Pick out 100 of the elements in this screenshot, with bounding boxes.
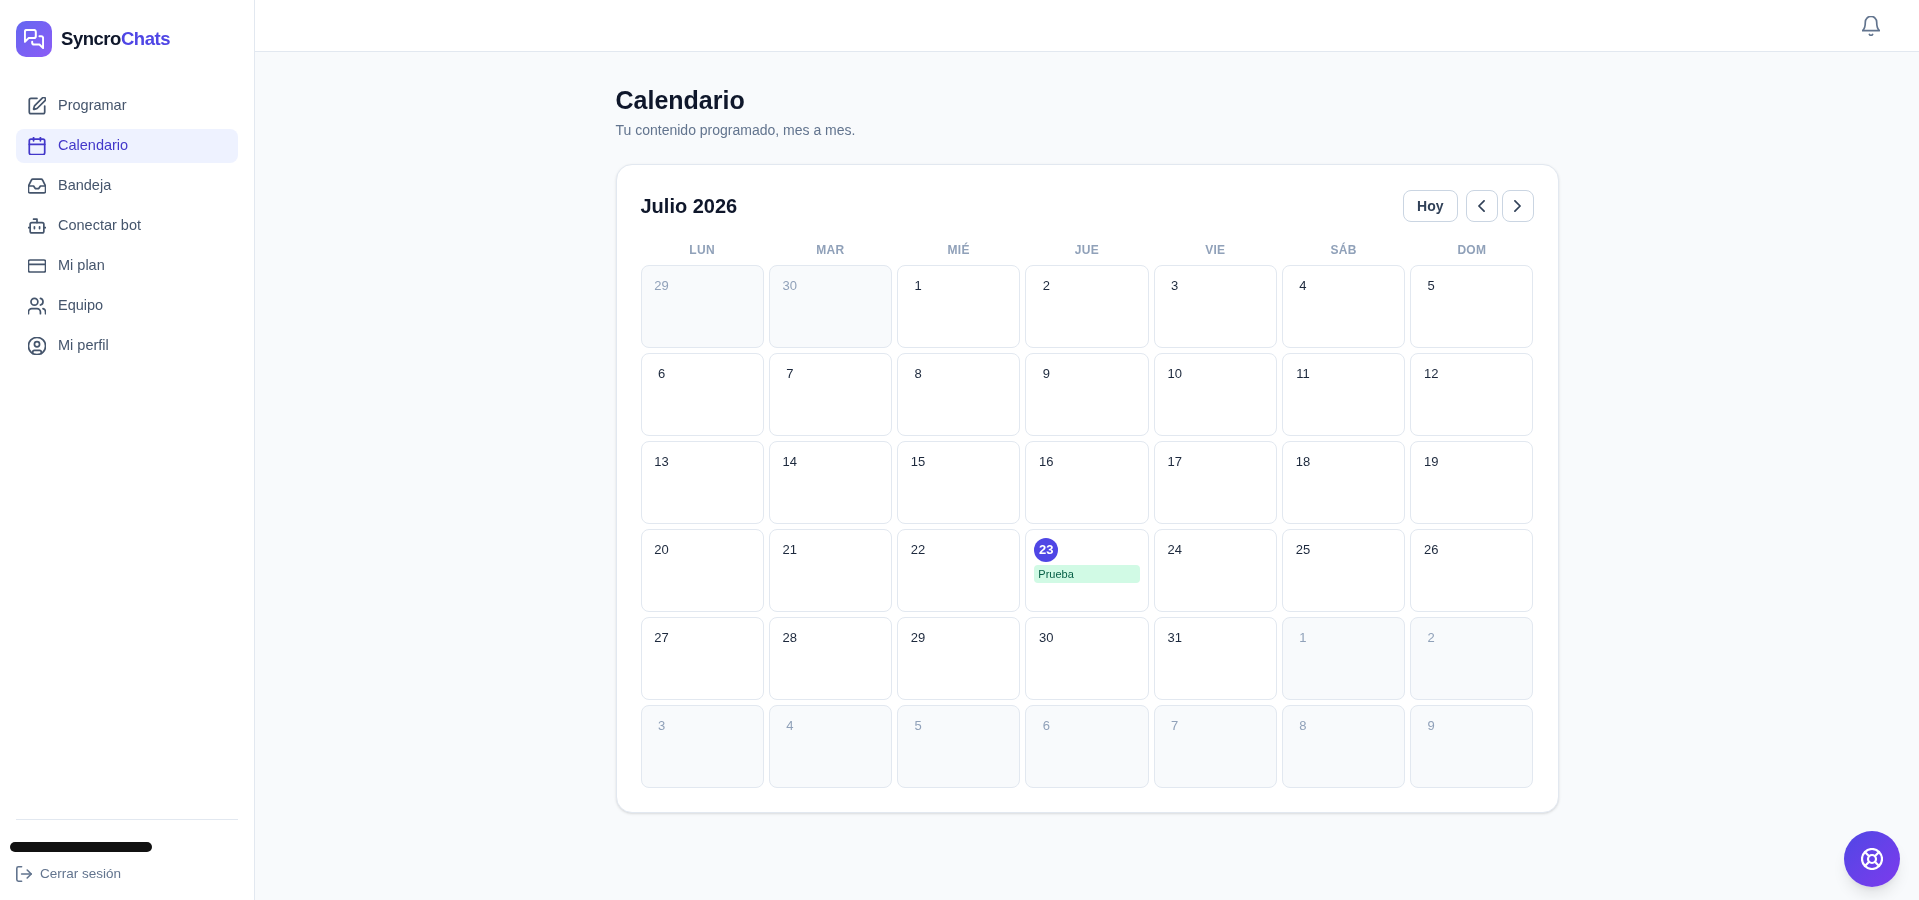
day-number: 3 <box>656 717 667 736</box>
lifebuoy-icon <box>1861 848 1883 870</box>
day-cell[interactable]: 18 <box>1281 441 1406 524</box>
credit-card-icon <box>28 257 46 275</box>
day-cell[interactable]: 8 <box>897 353 1021 436</box>
sidebar-nav-item[interactable]: Calendario <box>16 129 238 163</box>
sidebar-nav-item[interactable]: Programar <box>16 89 238 123</box>
day-number: 28 <box>781 629 798 648</box>
day-cell[interactable]: 22 <box>897 529 1021 612</box>
day-cell[interactable]: 15 <box>897 441 1021 524</box>
sidebar-nav-item[interactable]: Equipo <box>16 289 238 323</box>
day-cell[interactable]: 9 <box>1025 353 1149 436</box>
weekday-label: MIÉ <box>947 241 970 259</box>
weekday-label: VIE <box>1205 242 1226 259</box>
sidebar-nav-item[interactable]: Conectar bot <box>16 209 238 243</box>
day-number: 27 <box>653 629 670 648</box>
day-number: 12 <box>1422 365 1440 384</box>
day-number: 6 <box>1041 717 1051 736</box>
day-cell[interactable]: 31 <box>1153 617 1277 700</box>
sidebar-nav-item[interactable]: Mi plan <box>16 249 238 283</box>
weekday-label: MAR <box>816 242 845 259</box>
day-cell[interactable]: 3 <box>1153 265 1277 348</box>
day-number: 1 <box>913 277 923 296</box>
month-title: Julio 2026 <box>640 194 738 219</box>
calendar-icon <box>28 137 46 155</box>
day-cell[interactable]: 1 <box>897 265 1021 348</box>
day-number: 24 <box>1166 541 1183 560</box>
day-number: 17 <box>1166 453 1183 472</box>
robot-icon <box>28 217 46 235</box>
page-title: Calendario <box>615 85 746 116</box>
day-number: 9 <box>1041 365 1051 384</box>
day-number: 16 <box>1038 453 1055 472</box>
day-cell[interactable]: 28 <box>768 617 893 700</box>
sidebar-nav-item[interactable]: Bandeja <box>16 169 238 203</box>
day-number: 2 <box>1041 277 1051 296</box>
day-number: 3 <box>1170 277 1180 296</box>
day-number: 21 <box>781 541 798 560</box>
day-cell[interactable]: 11 <box>1281 353 1406 436</box>
day-cell[interactable]: 24 <box>1153 529 1277 612</box>
day-cell[interactable]: 10 <box>1153 353 1277 436</box>
day-cell[interactable]: 27 <box>640 617 764 700</box>
day-cell[interactable]: 7 <box>768 353 893 436</box>
day-cell[interactable]: 2 <box>1025 265 1149 348</box>
logout-link[interactable]: Cerrar sesión <box>16 863 122 884</box>
bell-icon[interactable] <box>1862 15 1880 36</box>
day-cell[interactable]: 23 Prueba <box>1025 529 1149 612</box>
day-cell[interactable]: 4 <box>1281 265 1406 348</box>
day-number: 15 <box>909 453 927 472</box>
weekday-label: LUN <box>689 242 715 259</box>
day-number: 5 <box>1426 277 1436 296</box>
day-number: 30 <box>1038 629 1055 648</box>
day-number: 31 <box>1166 629 1183 648</box>
weekday-label: SÁB <box>1330 241 1357 259</box>
chevron-left-icon <box>1478 200 1485 212</box>
chevron-right-icon <box>1514 200 1521 212</box>
day-number: 5 <box>913 717 923 736</box>
day-number: 8 <box>913 365 923 384</box>
logout-icon <box>16 865 32 882</box>
day-number: 11 <box>1295 365 1311 384</box>
day-cell[interactable]: 6 <box>640 353 764 436</box>
day-number: 10 <box>1166 365 1183 384</box>
day-cell[interactable]: 14 <box>768 441 893 524</box>
day-cell[interactable]: 26 <box>1410 529 1534 612</box>
day-cell[interactable]: 25 <box>1281 529 1406 612</box>
day-cell[interactable]: 21 <box>768 529 893 612</box>
day-number: 29 <box>653 277 670 296</box>
day-number: 29 <box>909 629 927 648</box>
day-cell[interactable]: 20 <box>640 529 764 612</box>
day-number: 26 <box>1422 541 1440 560</box>
page-subtitle: Tu contenido programado, mes a mes. <box>615 121 857 140</box>
inbox-icon <box>28 177 46 195</box>
day-cell[interactable]: 29 <box>897 617 1021 700</box>
day-number: 7 <box>1170 717 1180 736</box>
day-cell[interactable]: 30 <box>1025 617 1149 700</box>
day-number: 13 <box>653 453 670 472</box>
day-cell[interactable]: 17 <box>1153 441 1277 524</box>
day-number: 8 <box>1298 717 1308 736</box>
day-number: 7 <box>785 365 795 384</box>
day-number: 4 <box>785 717 795 736</box>
day-number: 30 <box>781 277 798 296</box>
day-number: 1 <box>1298 629 1308 648</box>
today-button[interactable]: Hoy <box>1403 190 1458 222</box>
day-number: 22 <box>909 541 927 560</box>
help-button[interactable] <box>1844 831 1900 887</box>
day-cell[interactable]: 13 <box>640 441 764 524</box>
sidebar-nav-item[interactable]: Mi perfil <box>16 329 238 363</box>
day-number: 4 <box>1298 277 1308 296</box>
day-cell[interactable]: 16 <box>1025 441 1149 524</box>
weekday-label: JUE <box>1074 242 1100 259</box>
day-cell[interactable]: 19 <box>1410 441 1534 524</box>
day-number: 18 <box>1294 453 1312 472</box>
event-chip[interactable]: Prueba <box>1034 565 1140 583</box>
day-number: 23 <box>1034 538 1059 562</box>
day-number: 20 <box>653 541 670 560</box>
day-number: 14 <box>781 453 798 472</box>
day-cell[interactable]: 12 <box>1410 353 1534 436</box>
people-icon <box>28 297 46 315</box>
next-month-button[interactable] <box>1501 190 1534 222</box>
day-cell[interactable]: 5 <box>1410 265 1534 348</box>
previous-month-button[interactable] <box>1465 190 1498 222</box>
